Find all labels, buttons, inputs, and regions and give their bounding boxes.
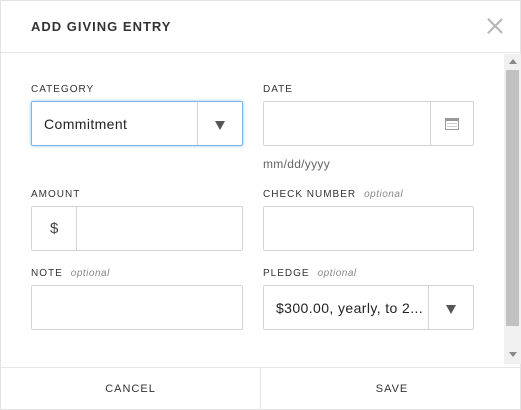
scrollbar[interactable] xyxy=(504,54,521,364)
category-label: CATEGORY xyxy=(31,84,95,95)
triangle-down-icon xyxy=(215,121,225,130)
category-select-value: Commitment xyxy=(44,116,128,132)
optional-tag: optional xyxy=(70,268,110,279)
scroll-down-arrow-icon[interactable] xyxy=(509,352,517,357)
pledge-select-value: $300.00, yearly, to 2... xyxy=(276,300,424,316)
add-giving-entry-modal: ADD GIVING ENTRY CATEGORY Commitment DAT… xyxy=(0,0,521,410)
currency-addon: $ xyxy=(32,207,77,250)
modal-title: ADD GIVING ENTRY xyxy=(31,19,172,34)
date-picker-button[interactable] xyxy=(430,102,473,145)
currency-symbol: $ xyxy=(50,220,59,237)
optional-tag: optional xyxy=(364,189,404,200)
triangle-down-icon xyxy=(446,305,456,314)
close-icon[interactable] xyxy=(487,18,503,34)
note-label: NOTE optional xyxy=(31,268,110,279)
check-number-label: CHECK NUMBER optional xyxy=(263,189,404,200)
optional-tag: optional xyxy=(317,268,357,279)
category-select-toggle[interactable] xyxy=(197,102,242,145)
pledge-select[interactable]: $300.00, yearly, to 2... xyxy=(263,285,474,330)
date-format-hint: mm/dd/yyyy xyxy=(263,157,331,171)
date-label: DATE xyxy=(263,84,293,95)
scrollbar-thumb[interactable] xyxy=(506,70,519,326)
note-field[interactable] xyxy=(31,285,243,330)
modal-body: CATEGORY Commitment DATE mm/dd/yyyy AMOU… xyxy=(1,54,504,367)
pledge-label: PLEDGE optional xyxy=(263,268,357,279)
scroll-up-arrow-icon[interactable] xyxy=(509,59,517,64)
pledge-select-toggle[interactable] xyxy=(428,286,473,329)
amount-label: AMOUNT xyxy=(31,189,81,200)
modal-footer: CANCEL SAVE xyxy=(1,367,521,410)
cancel-button[interactable]: CANCEL xyxy=(1,368,261,410)
save-button[interactable]: SAVE xyxy=(262,368,521,410)
date-field[interactable] xyxy=(263,101,474,146)
calendar-icon xyxy=(445,118,459,130)
category-select[interactable]: Commitment xyxy=(31,101,243,146)
amount-field[interactable]: $ xyxy=(31,206,243,251)
check-number-field[interactable] xyxy=(263,206,474,251)
modal-header: ADD GIVING ENTRY xyxy=(1,1,521,53)
